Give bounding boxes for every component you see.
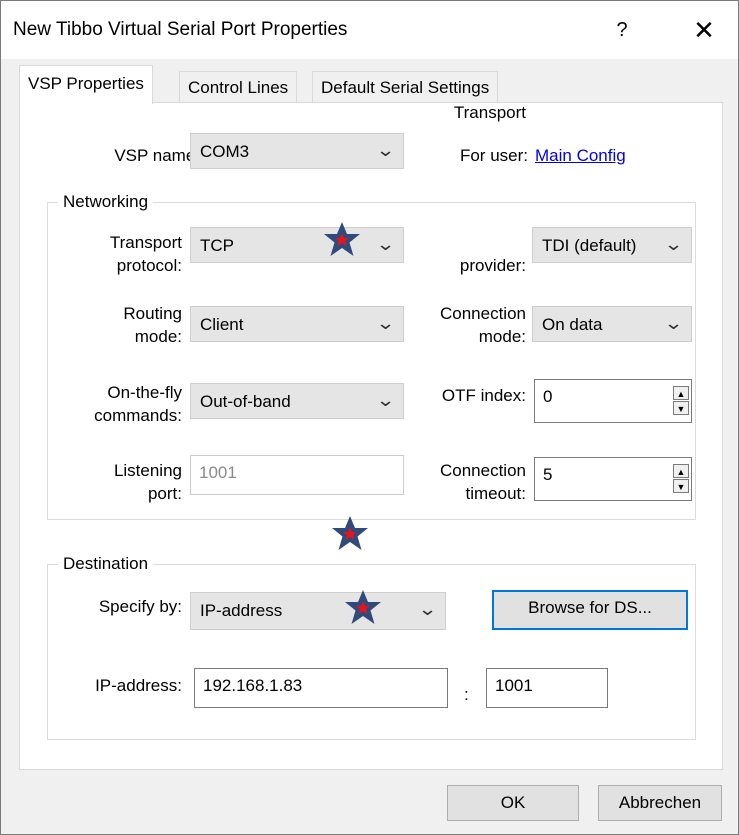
networking-title: Networking [58, 192, 154, 212]
main-config-link[interactable]: Main Config [535, 146, 626, 166]
connection-timeout-stepper[interactable]: 5 ▲ ▼ [534, 457, 692, 501]
chevron-down-icon: ⌄ [375, 313, 396, 333]
destination-title: Destination [58, 554, 154, 574]
ip-port-field[interactable]: 1001 [486, 668, 608, 708]
chevron-down-icon: ⌄ [417, 599, 438, 619]
title-bar: New Tibbo Virtual Serial Port Properties… [1, 1, 738, 59]
otf-index-stepper[interactable]: 0 ▲ ▼ [534, 379, 692, 423]
transport-protocol-select[interactable]: TCP ⌄ [190, 227, 404, 263]
chevron-down-icon: ⌄ [375, 140, 396, 160]
tab-vsp-properties[interactable]: VSP Properties [19, 65, 153, 104]
window-title: New Tibbo Virtual Serial Port Properties [13, 19, 348, 40]
vsp-name-select[interactable]: COM3 ⌄ [190, 133, 404, 169]
listening-port-label-2: port: [147, 484, 182, 503]
transport-provider-label-1: Transport [453, 103, 526, 122]
listening-port-label-1: Listening [113, 461, 182, 480]
tab-panel: VSP name: COM3 ⌄ For user: Main Config N… [19, 102, 723, 770]
transport-protocol-value: TCP [200, 236, 234, 255]
star-icon [324, 222, 360, 256]
routing-mode-value: Client [200, 315, 244, 334]
specify-by-value: IP-address [200, 601, 283, 620]
star-icon [332, 516, 368, 550]
transport-provider-value: TDI (default) [542, 236, 637, 255]
connection-mode-label-2: mode: [478, 327, 526, 346]
ip-port-value: 1001 [495, 676, 533, 695]
chevron-down-icon: ⌄ [375, 234, 396, 254]
otf-commands-select[interactable]: Out-of-band ⌄ [190, 383, 404, 419]
dialog-window: New Tibbo Virtual Serial Port Properties… [0, 0, 739, 835]
ip-port-separator: : [464, 685, 469, 704]
connection-mode-select[interactable]: On data ⌄ [532, 306, 692, 342]
otf-commands-value: Out-of-band [200, 392, 291, 411]
browse-for-ds-button[interactable]: Browse for DS... [492, 590, 688, 630]
routing-mode-label-2: mode: [134, 327, 182, 346]
tab-default-serial-settings[interactable]: Default Serial Settings [312, 71, 499, 104]
listening-port-field: 1001 [190, 455, 404, 495]
ip-address-value: 192.168.1.83 [203, 676, 303, 695]
routing-mode-select[interactable]: Client ⌄ [190, 306, 404, 342]
for-user-label: For user: [459, 146, 528, 165]
tab-control-lines[interactable]: Control Lines [179, 71, 298, 104]
connection-timeout-value: 5 [543, 465, 553, 484]
otf-index-value: 0 [543, 387, 553, 406]
spin-down-icon[interactable]: ▼ [673, 401, 689, 415]
listening-port-value: 1001 [199, 463, 237, 482]
ok-button[interactable]: OK [447, 785, 579, 821]
spin-down-icon[interactable]: ▼ [673, 479, 689, 493]
connection-mode-label-1: Connection [439, 304, 526, 323]
otf-index-label: OTF index: [441, 386, 526, 405]
star-icon [345, 590, 381, 624]
help-button[interactable]: ? [607, 13, 637, 47]
cancel-button[interactable]: Abbrechen [598, 785, 722, 821]
transport-provider-select[interactable]: TDI (default) ⌄ [532, 227, 692, 263]
otf-commands-label-1: On-the-fly [107, 383, 182, 402]
vsp-name-value: COM3 [200, 142, 250, 161]
chevron-down-icon: ⌄ [375, 390, 396, 410]
specify-by-label: Specify by: [98, 597, 182, 616]
connection-timeout-label-1: Connection [439, 461, 526, 480]
specify-by-select[interactable]: IP-address ⌄ [190, 592, 446, 630]
connection-mode-value: On data [542, 315, 603, 334]
transport-protocol-label-1: Transport [109, 233, 182, 252]
transport-protocol-label-2: protocol: [116, 256, 182, 275]
routing-mode-label-1: Routing [123, 304, 182, 323]
spin-up-icon[interactable]: ▲ [673, 386, 689, 400]
transport-provider-label-2: provider: [459, 256, 526, 275]
ip-address-label: IP-address: [95, 676, 182, 695]
connection-timeout-label-2: timeout: [465, 484, 526, 503]
otf-commands-label-2: commands: [94, 406, 182, 425]
chevron-down-icon: ⌄ [663, 234, 684, 254]
spin-up-icon[interactable]: ▲ [673, 464, 689, 478]
close-button[interactable]: ✕ [687, 13, 721, 47]
chevron-down-icon: ⌄ [663, 313, 684, 333]
ip-address-field[interactable]: 192.168.1.83 [194, 668, 448, 708]
vsp-name-label: VSP name: [114, 146, 200, 165]
